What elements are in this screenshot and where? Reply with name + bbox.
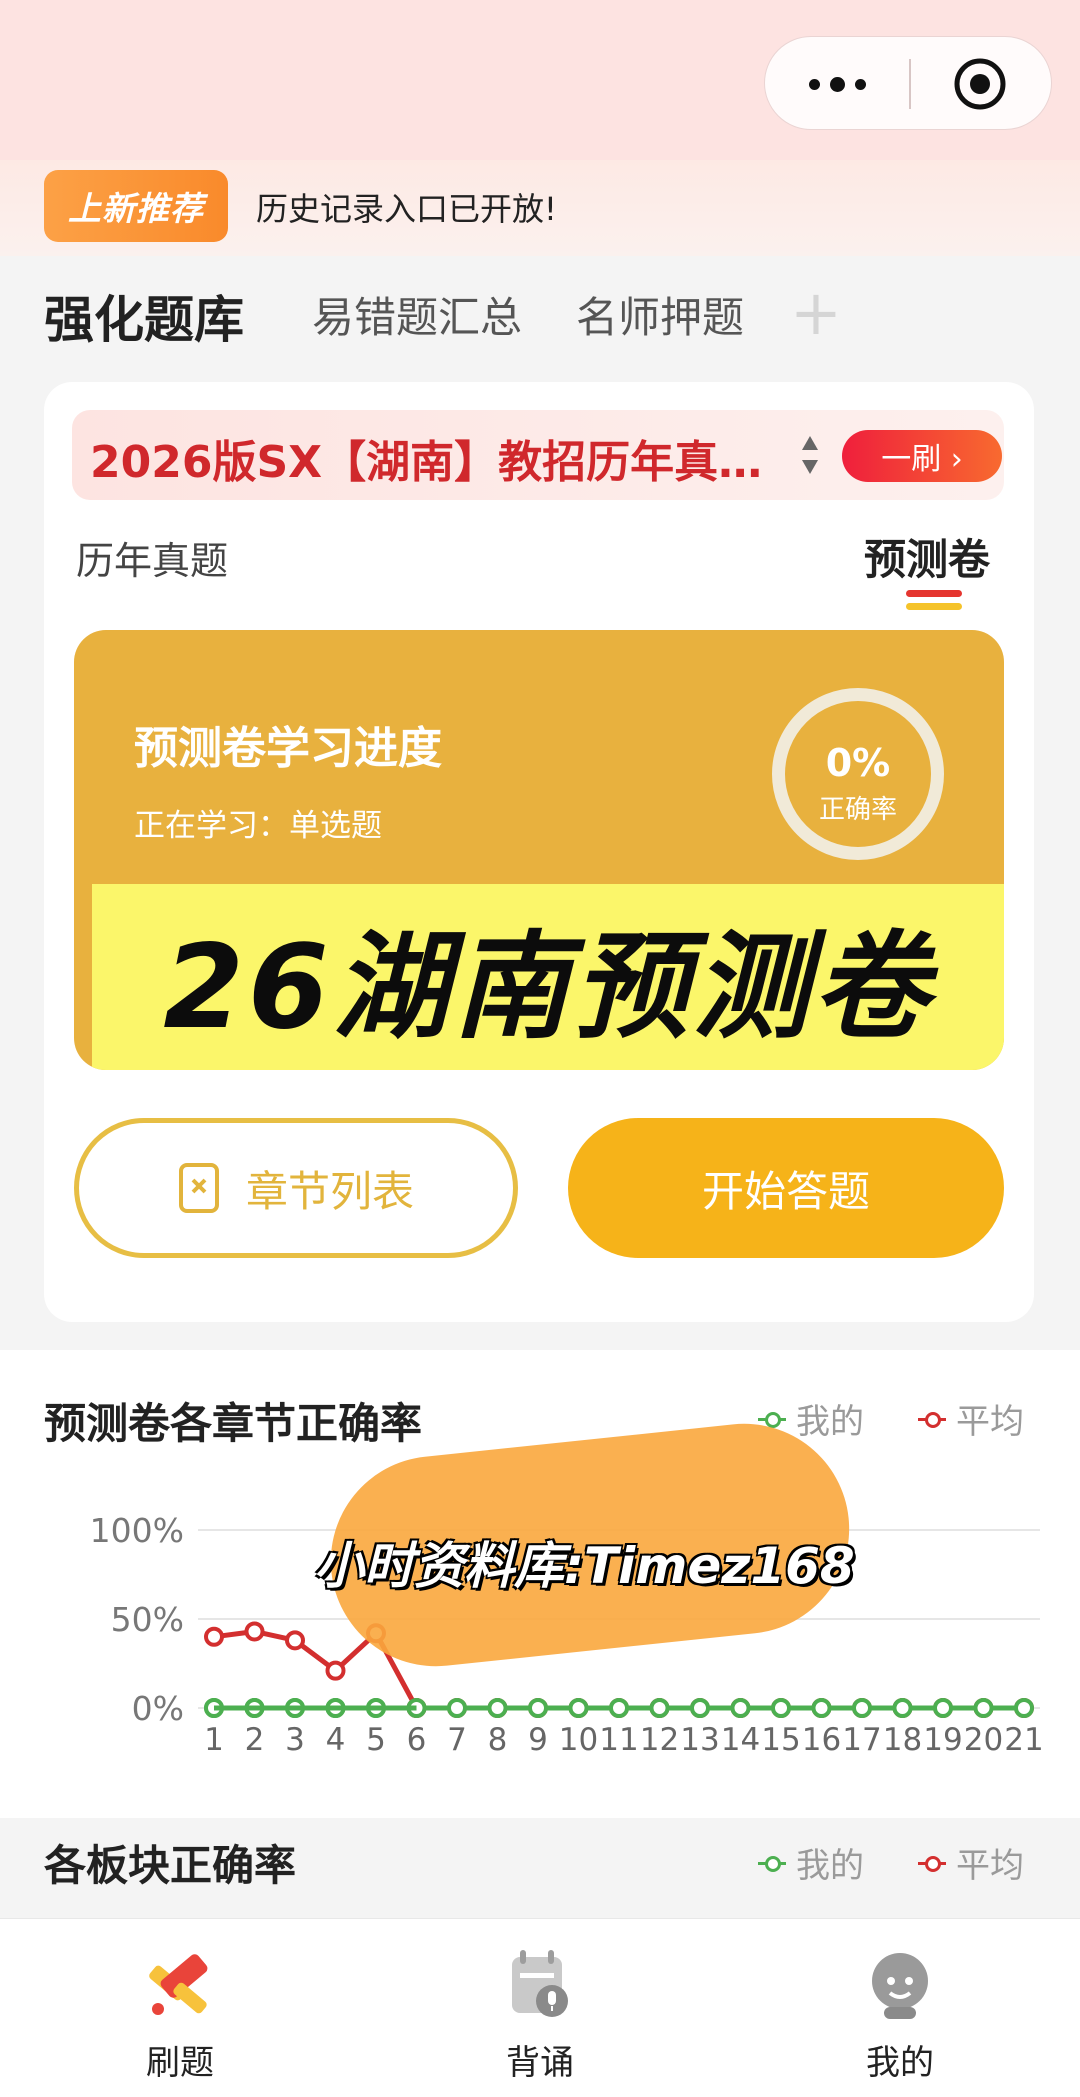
x-tick-label: 4 [326,1722,346,1758]
legend-average: 平均 [918,1838,1024,1887]
user-avatar-icon [872,1953,928,2019]
chapter-list-label: 章节列表 [245,1166,414,1216]
x-tick-label: 18 [883,1722,922,1758]
subtab-predict-paper[interactable]: 预测卷 [864,526,990,587]
x-tick-label: 2 [245,1722,265,1758]
target-close-icon[interactable] [953,57,1007,111]
x-tick-label: 7 [447,1722,467,1758]
data-point [487,1698,508,1718]
round-select-button[interactable]: 一刷 › [842,430,1002,482]
data-point [690,1698,710,1718]
y-tick-label: 50% [111,1600,184,1639]
accuracy-label: 正确率 [818,795,897,825]
block-accuracy-section: 各板块正确率 我的 平均 [0,1818,1080,1918]
top-header [0,0,1080,160]
x-tick-label: 3 [285,1722,305,1758]
x-tick-label: 15 [761,1722,800,1758]
nav-mine[interactable]: 我的 [800,1945,1000,2084]
question-bank-card: 2026版SX【湖南】教招历年真… 一刷 › 历年真题 预测卷 预测卷学习进度 … [44,382,1034,1322]
announcement-bar[interactable]: 上新推荐 历史记录入口已开放! [0,160,1080,256]
x-tick-label: 20 [964,1722,1003,1758]
data-point [204,1626,224,1647]
data-point [771,1698,791,1718]
x-tick-label: 16 [802,1722,841,1758]
data-point [447,1698,467,1718]
nav-practice[interactable]: 刷题 [80,1945,280,2084]
data-point [649,1698,670,1718]
new-recommend-badge: 上新推荐 [44,170,228,242]
data-point [973,1698,994,1718]
legend-average: 平均 [918,1394,1024,1443]
x-tick-label: 13 [680,1722,719,1758]
chapter-list-button[interactable]: 章节列表 [74,1118,518,1258]
x-tick-label: 6 [407,1722,427,1758]
data-point [811,1698,832,1718]
promo-text: 26湖南预测卷 [163,920,933,1055]
data-point [892,1698,913,1718]
data-point [285,1630,305,1651]
x-tick-label: 1 [204,1722,224,1758]
active-tab-indicator [906,590,962,612]
x-tick-label: 14 [721,1722,760,1758]
block-accuracy-title: 各板块正确率 [44,1841,297,1890]
sort-arrows-icon[interactable] [800,432,820,478]
nav-practice-label: 刷题 [146,2043,214,2083]
bank-title: 2026版SX【湖南】教招历年真… [90,437,763,488]
y-tick-label: 100% [90,1511,184,1550]
accuracy-value: 0% [825,741,891,785]
progress-title: 预测卷学习进度 [134,723,442,774]
data-point [568,1698,589,1718]
legend-mine: 我的 [758,1838,864,1887]
chapter-accuracy-chart: 100% 50% 0% 1 2 3 4 5 6 7 8 9 10 11 12 13 14 15 16 17 18 19 20… [0,1350,1080,1818]
watermark: 小时资料库:Timez168 [314,1413,860,1677]
x-tick-label: 17 [842,1722,881,1758]
document-icon [178,1163,219,1213]
data-point [933,1698,953,1718]
subtab-past-papers[interactable]: 历年真题 [76,530,228,585]
studying-status: 正在学习：单选题 [134,808,382,844]
tab-error-summary[interactable]: 易错题汇总 [312,284,522,345]
y-tick-label: 0% [132,1689,184,1728]
legend-average-label: 平均 [956,1846,1024,1886]
calendar-mic-icon [512,1950,568,2017]
legend-mine-label: 我的 [796,1846,864,1886]
x-tick-label: 9 [528,1722,548,1758]
progress-panel: 预测卷学习进度 正在学习：单选题 0% 正确率 26湖南预测卷 [74,630,1004,1070]
bottom-navigation: 刷题 背诵 我的 [0,1918,1080,2097]
announcement-text: 历史记录入口已开放! [256,190,557,228]
data-point [730,1698,751,1718]
x-tick-label: 21 [1004,1722,1043,1758]
tab-teacher-predict[interactable]: 名师押题 [576,284,744,345]
start-answer-button[interactable]: 开始答题 [568,1118,1004,1258]
capsule-divider [909,59,911,109]
x-tick-label: 12 [640,1722,679,1758]
x-tick-label: 10 [559,1722,598,1758]
tab-strengthen-bank[interactable]: 强化题库 [44,280,244,352]
more-dots-icon[interactable] [765,37,909,131]
nav-recite-label: 背诵 [506,2043,574,2083]
x-tick-label: 5 [366,1722,386,1758]
nav-recite[interactable]: 背诵 [440,1945,640,2084]
watermark-text: 小时资料库:Timez168 [314,1537,855,1595]
data-point [852,1698,872,1718]
pencil-icon [149,1954,208,2015]
top-tab-bar: 强化题库 易错题汇总 名师押题 + [0,256,1080,376]
x-tick-label: 11 [599,1722,638,1758]
x-tick-label: 8 [488,1722,508,1758]
nav-mine-label: 我的 [866,2043,934,2083]
data-point [528,1698,548,1718]
bank-selector[interactable]: 2026版SX【湖南】教招历年真… 一刷 › [72,410,1004,500]
data-point [325,1660,346,1681]
promo-banner: 26湖南预测卷 [92,884,1004,1070]
legend-mine-label: 我的 [796,1402,864,1442]
data-point [609,1698,629,1718]
add-tab-icon[interactable]: + [790,276,842,349]
data-point [1014,1698,1034,1718]
legend-average-label: 平均 [956,1402,1024,1442]
x-tick-label: 19 [923,1722,962,1758]
data-point [244,1621,265,1642]
miniapp-capsule [764,36,1052,130]
accuracy-ring: 0% 正确率 [772,688,944,860]
